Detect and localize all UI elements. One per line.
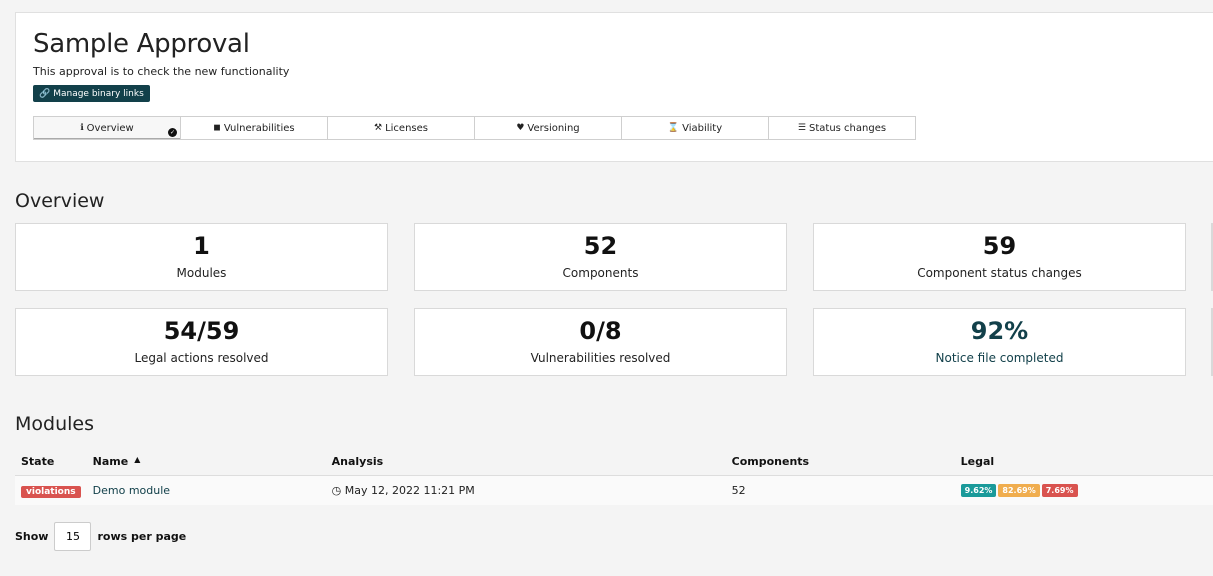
checkmark-icon: ✓ [168, 128, 177, 137]
column-analysis[interactable]: Analysis [325, 448, 726, 476]
stat-value: 92% [970, 317, 1029, 345]
legal-cell: 9.62% 82.69% 7.69% [954, 475, 1213, 505]
stat-value: 1 [193, 232, 210, 260]
overview-heading: Overview [15, 190, 105, 212]
stat-components: 52 Components [414, 223, 787, 291]
tab-licenses-label: Licenses [385, 122, 428, 134]
column-name[interactable]: Name ▲ [86, 448, 326, 476]
shield-icon: ◼ [213, 123, 221, 133]
hourglass-icon: ⌛ [667, 123, 680, 133]
page-description: This approval is to check the new functi… [33, 65, 290, 78]
tab-status-changes-label: Status changes [809, 122, 887, 134]
stat-component-status-changes: 59 Component status changes [813, 223, 1186, 291]
tab-viability-label: Viability [682, 122, 723, 134]
analysis-date: May 12, 2022 11:21 PM [344, 483, 475, 497]
notice-file-link[interactable]: Notice file completed [814, 351, 1185, 365]
modules-heading: Modules [15, 413, 94, 435]
sort-ascending-icon: ▲ [134, 454, 141, 464]
stat-modules: 1 Modules [15, 223, 388, 291]
tab-overview[interactable]: ℹ Overview ✓ [33, 116, 181, 140]
manage-binary-links-button[interactable]: 🔗 Manage binary links [33, 85, 150, 102]
stat-value: 54/59 [163, 317, 240, 345]
page-title: Sample Approval [33, 29, 250, 59]
pagination-controls: Show rows per page [15, 522, 186, 551]
approval-header-card: Sample Approval This approval is to chec… [15, 12, 1213, 162]
show-label: Show [15, 530, 49, 543]
tab-versioning-label: Versioning [527, 122, 580, 134]
column-name-label: Name [92, 454, 129, 468]
modules-table: State Name ▲ Analysis Components Legal vi… [15, 448, 1213, 505]
column-components[interactable]: Components [725, 448, 955, 476]
module-name-link[interactable]: Demo module [93, 484, 170, 497]
gavel-icon: ⚒ [374, 123, 383, 133]
rows-per-page-label: rows per page [97, 530, 187, 543]
stat-label: Component status changes [917, 266, 1082, 280]
stat-label: Components [562, 266, 639, 280]
name-cell: Demo module [86, 475, 326, 505]
table-header-row: State Name ▲ Analysis Components Legal [15, 448, 1213, 476]
tab-licenses[interactable]: ⚒ Licenses [327, 116, 475, 140]
heartbeat-icon: ♥ [516, 123, 525, 133]
legal-pill-green: 9.62% [960, 484, 997, 498]
stat-value: 59 [982, 232, 1017, 260]
stat-notice-file[interactable]: 92% Notice file completed [813, 308, 1186, 376]
state-cell: violations [15, 475, 87, 505]
rows-per-page-input[interactable] [54, 522, 92, 551]
status-badge: violations [21, 485, 81, 498]
list-icon: ☰ [797, 123, 806, 133]
analysis-cell: ◷ May 12, 2022 11:21 PM [325, 475, 726, 505]
components-cell: 52 [725, 475, 955, 505]
tab-overview-label: Overview [86, 122, 134, 134]
legal-pill-red: 7.69% [1041, 484, 1078, 498]
stat-label: Modules [176, 266, 227, 280]
tab-bar: ℹ Overview ✓ ◼ Vulnerabilities ⚒ License… [33, 116, 916, 140]
info-icon: ℹ [80, 123, 84, 133]
column-legal[interactable]: Legal [954, 448, 1213, 476]
stat-value: 52 [583, 232, 618, 260]
link-icon: 🔗 [39, 88, 51, 99]
table-row[interactable]: violations Demo module ◷ May 12, 2022 11… [15, 475, 1213, 505]
clock-icon: ◷ [331, 483, 342, 497]
stat-vulnerabilities: 0/8 Vulnerabilities resolved [414, 308, 787, 376]
stat-value: 0/8 [579, 317, 622, 345]
column-state[interactable]: State [15, 448, 87, 476]
legal-pill-orange: 82.69% [998, 484, 1040, 498]
stat-label: Vulnerabilities resolved [530, 351, 671, 365]
tab-versioning[interactable]: ♥ Versioning [474, 116, 622, 140]
manage-binary-links-label: Manage binary links [53, 88, 144, 99]
tab-vulnerabilities[interactable]: ◼ Vulnerabilities [180, 116, 328, 140]
tab-viability[interactable]: ⌛ Viability [621, 116, 769, 140]
tab-vulnerabilities-label: Vulnerabilities [223, 122, 295, 134]
stat-label: Legal actions resolved [134, 351, 269, 365]
tab-status-changes[interactable]: ☰ Status changes [768, 116, 916, 140]
stat-legal-actions: 54/59 Legal actions resolved [15, 308, 388, 376]
